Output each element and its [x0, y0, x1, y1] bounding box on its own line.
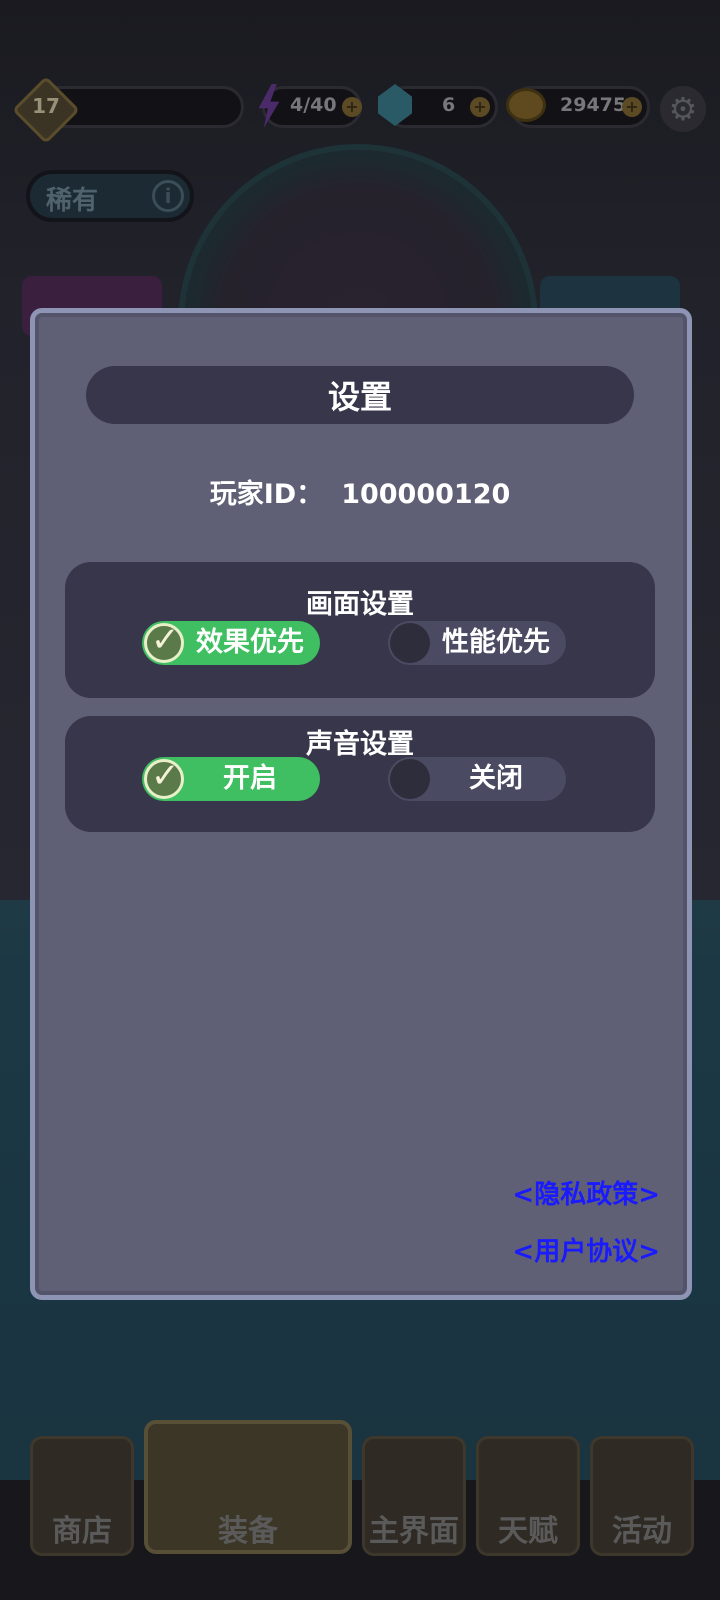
radio-off-icon	[390, 759, 430, 799]
option-quality-first-label: 效果优先	[196, 627, 304, 658]
info-icon[interactable]: i	[152, 180, 184, 212]
nav-main-label: 主界面	[369, 1514, 459, 1549]
option-sound-on[interactable]: ✓ 开启	[142, 756, 320, 801]
player-id-label: 玩家ID：	[209, 479, 324, 510]
rarity-label: 稀有	[46, 186, 99, 216]
nav-event-label: 活动	[612, 1514, 672, 1549]
gold-coin-icon	[506, 88, 546, 122]
gem-value: 6	[442, 94, 456, 116]
radio-off-icon	[390, 623, 430, 663]
nav-equipment-label: 装备	[218, 1514, 278, 1549]
option-sound-off-label: 关闭	[469, 763, 523, 794]
gold-plus-button[interactable]: +	[622, 97, 642, 117]
option-performance-first-label: 性能优先	[442, 627, 550, 658]
nav-shop-label: 商店	[52, 1514, 112, 1549]
privacy-policy-link[interactable]: <隐私政策>	[512, 1174, 660, 1211]
user-agreement-link[interactable]: <用户协议>	[512, 1231, 660, 1268]
option-performance-first[interactable]: 性能优先	[388, 621, 566, 665]
nav-talent-label: 天赋	[498, 1514, 558, 1549]
player-id-row: 玩家ID： 100000120	[0, 472, 720, 511]
player-id-value: 100000120	[341, 479, 511, 510]
option-sound-off[interactable]: 关闭	[388, 757, 566, 801]
option-quality-first[interactable]: ✓ 效果优先	[142, 620, 320, 665]
dialog-title: 设置	[327, 378, 392, 416]
energy-plus-button[interactable]: +	[342, 97, 362, 117]
level-number: 17	[32, 94, 60, 118]
option-sound-on-label: 开启	[223, 763, 277, 794]
gold-value: 29475	[560, 94, 627, 116]
check-icon: ✓	[144, 620, 184, 663]
gem-plus-button[interactable]: +	[470, 97, 490, 117]
check-icon: ✓	[144, 756, 184, 799]
graphics-settings-title: 画面设置	[306, 589, 414, 620]
gear-icon[interactable]: ⚙	[660, 86, 706, 132]
energy-value: 4/40	[290, 94, 337, 116]
